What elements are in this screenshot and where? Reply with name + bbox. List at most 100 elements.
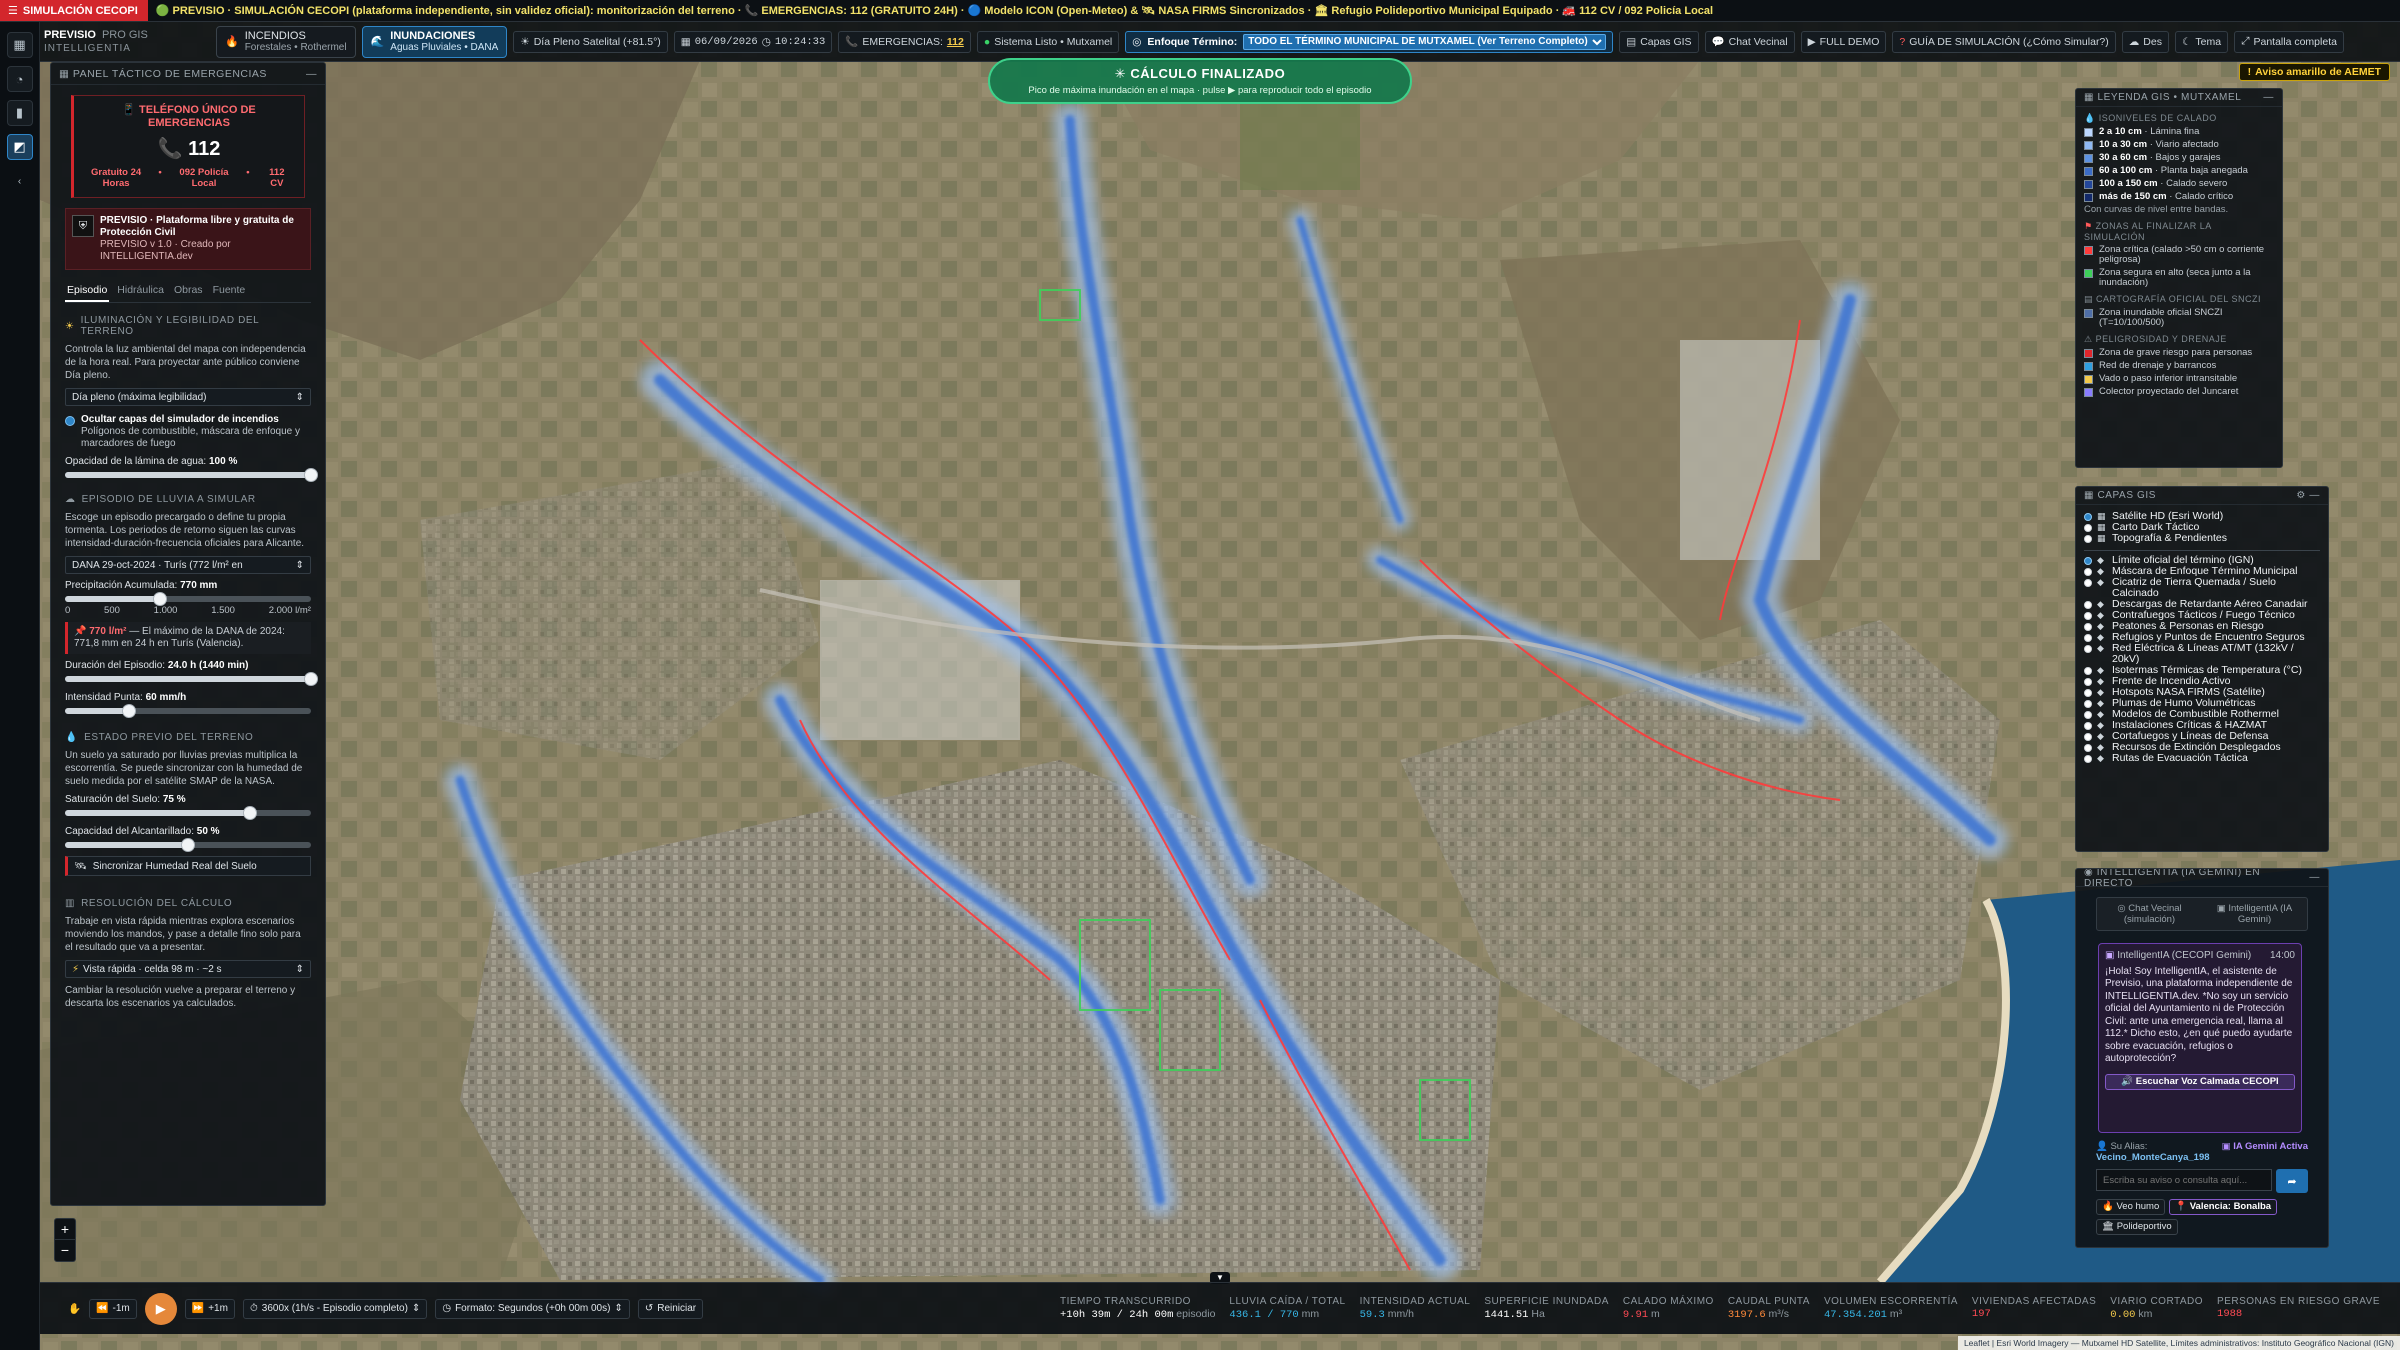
ai-message-text: ¡Hola! Soy IntelligentIA, el asistente d… [2105,965,2293,1065]
minimize-icon[interactable]: — [2263,92,2274,103]
minimize-icon[interactable]: — [2309,490,2320,501]
legend-row-text: 10 a 30 cm · Viario afectado [2099,139,2219,150]
duration-slider[interactable] [65,672,318,686]
daylight-chip[interactable]: ☀ Día Pleno Satelital (+81.5°) [513,30,668,53]
fullscreen-button[interactable]: ⤢ Pantalla completa [2234,30,2344,53]
slider-knob[interactable] [304,468,318,482]
listen-voice-button[interactable]: 🔊 Escuchar Voz Calmada CECOPI [2105,1073,2295,1090]
settings-icon[interactable]: ⚙ [2296,490,2306,501]
minimize-icon[interactable]: — [2309,872,2320,883]
hide-fire-layers-toggle[interactable]: Ocultar capas del simulador de incendios… [65,414,311,450]
saturation-slider[interactable] [65,806,311,820]
tab-chat-vecinal[interactable]: ◎ Chat Vecinal (simulación) [2097,898,2202,930]
chart-icon[interactable]: ▮ [6,100,33,126]
layer-icon: ◆ [2097,621,2104,631]
checkbox-icon[interactable] [2084,700,2092,708]
map-icon[interactable]: ◩ [6,134,33,160]
slider-knob[interactable] [121,704,136,718]
checkbox-icon[interactable] [2084,623,2092,631]
checkbox-icon[interactable] [2084,722,2092,730]
hand-icon[interactable]: ✋ [68,1302,81,1315]
theme-button[interactable]: ☾ Tema [2174,30,2229,53]
zoom-in-icon[interactable]: + [55,1219,75,1240]
slider-knob[interactable] [242,806,257,820]
chat-icon[interactable]: ◔ [6,66,33,92]
quick-chip-humo[interactable]: 🔥 Veo humo [2096,1199,2166,1215]
aemet-warning-badge[interactable]: ! Aviso amarillo de AEMET [2238,63,2390,81]
overlay-layer-option[interactable]: ◆ Cicatriz de Tierra Quemada / Suelo Calc… [2084,577,2320,599]
tab-obras[interactable]: Obras [172,280,205,302]
sewer-slider[interactable] [65,838,311,852]
section-rain-title: EPISODIO DE LLUVIA A SIMULAR [81,494,256,505]
target-icon: ◎ [1132,35,1142,48]
checkbox-icon[interactable] [2084,612,2092,620]
lighting-select[interactable]: Día pleno (máxima legibilidad) ⇕ [65,388,311,406]
satellite-flood-map[interactable] [0,0,2400,1350]
precip-slider[interactable] [65,592,311,606]
quick-chip-polideportivo[interactable]: 🏛 Polideportivo [2096,1219,2178,1235]
section-resolution: ▥ RESOLUCIÓN DEL CÁLCULO Trabaje en vista… [65,898,311,1010]
chat-icon: ◉ [2084,868,2097,878]
tab-episodio[interactable]: Episodio [65,280,110,302]
legend-row: Zona de grave riesgo para personas [2084,348,2274,358]
slider-knob[interactable] [181,838,195,852]
collapse-rail-icon[interactable]: ‹ [7,168,33,194]
checkbox-icon[interactable] [2084,568,2092,576]
reset-button[interactable]: ↺ Reiniciar [637,1298,704,1319]
quick-chip-valencia[interactable]: 📍 Valencia: Bonalba [2169,1199,2278,1215]
focus-term-select[interactable]: TODO EL TÉRMINO MUNICIPAL DE MUTXAMEL (V… [1243,33,1607,50]
capas-gis-button[interactable]: ▤ Capas GIS [1619,30,1699,53]
checkbox-icon[interactable] [2084,755,2092,763]
full-demo-button[interactable]: ▶ FULL DEMO [1800,30,1887,53]
checkbox-icon[interactable] [2084,645,2092,653]
resolution-select[interactable]: ⚡ Vista rápida · celda 98 m · ~2 s ⇕ [65,960,311,978]
format-select[interactable]: ◷ Formato: Segundos (+0h 00m 00s) ⇕ [435,1298,630,1319]
checkbox-icon[interactable] [2084,667,2092,675]
step-forward-button[interactable]: ⏩ +1m [184,1298,235,1319]
checkbox-icon[interactable] [2084,733,2092,741]
tab-hidraulica[interactable]: Hidráulica [115,280,166,302]
legend-swatch [2084,180,2093,189]
ai-message-input[interactable] [2096,1169,2272,1191]
minimize-icon[interactable]: — [306,68,317,80]
checkbox-icon[interactable] [2084,579,2092,587]
radio-icon[interactable] [2084,513,2092,521]
overlay-layer-option[interactable]: ◆ Rutas de Evacuación Táctica [2084,753,2320,764]
sync-soil-button[interactable]: 🛰 Sincronizar Humedad Real del Suelo [65,856,311,876]
previsio-info-title: PREVISIO · Plataforma libre y gratuita d… [100,215,294,238]
opacity-slider[interactable] [65,468,318,482]
checkbox-icon[interactable] [65,416,75,426]
step-back-button[interactable]: ⏪ -1m [89,1298,137,1319]
play-button[interactable]: ▶ [144,1292,177,1325]
legend-row: Red de drenaje y barrancos [2084,361,2274,371]
tab-fuente[interactable]: Fuente [211,280,248,302]
radio-icon[interactable] [2084,524,2092,532]
checkbox-icon[interactable] [2084,744,2092,752]
intensity-slider[interactable] [65,704,311,718]
checkbox-icon[interactable] [2084,557,2092,565]
checkbox-icon[interactable] [2084,689,2092,697]
slider-knob[interactable] [152,592,167,606]
chat-vecinal-button[interactable]: 💬 Chat Vecinal [1704,30,1795,53]
base-layer-option[interactable]: ▦ Topografía & Pendientes [2084,533,2320,544]
zoom-out-icon[interactable]: − [55,1240,75,1260]
mode-inundaciones-button[interactable]: 🌊 INUNDACIONES Aguas Pluviales • DANA [361,25,508,58]
saturation-label: Saturación del Suelo: 75 % [65,794,311,805]
checkbox-icon[interactable] [2084,634,2092,642]
des-button[interactable]: ☁ Des [2121,30,2169,53]
checkbox-icon[interactable] [2084,678,2092,686]
slider-fill [65,810,250,816]
mode-incendios-button[interactable]: 🔥 INCENDIOS Forestales • Rothermel [216,25,356,58]
checkbox-icon[interactable] [2084,711,2092,719]
grid-icon[interactable]: ▦ [6,32,33,58]
send-icon[interactable]: ➦ [2276,1169,2308,1193]
checkbox-icon[interactable] [2084,601,2092,609]
layer-icon: ▦ [2097,511,2106,521]
speed-select[interactable]: ⏱ 3600x (1h/s - Episodio completo) ⇕ [242,1298,428,1319]
tab-intelligentia[interactable]: ▣ IntelligentIA (IA Gemini) [2202,898,2307,930]
overlay-layer-option[interactable]: ◆ Red Eléctrica & Líneas AT/MT (132kV / 2… [2084,643,2320,665]
radio-icon[interactable] [2084,535,2092,543]
guide-button[interactable]: ? GUÍA DE SIMULACIÓN (¿Cómo Simular?) [1892,30,2116,53]
slider-knob[interactable] [304,672,318,686]
episode-select[interactable]: DANA 29-oct-2024 · Turís (772 l/m² en ⇕ [65,556,311,574]
